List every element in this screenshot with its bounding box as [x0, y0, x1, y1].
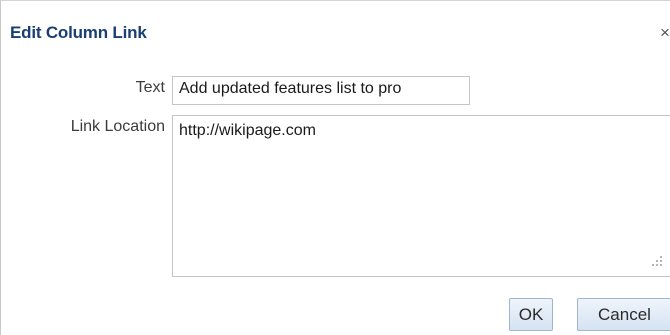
text-label: Text: [135, 79, 165, 96]
text-field[interactable]: Add updated features list to pro: [172, 76, 470, 105]
link-location-label: Link Location: [70, 118, 165, 135]
cancel-button[interactable]: Cancel: [577, 298, 670, 331]
edit-column-link-dialog: Edit Column Link × Text Add updated feat…: [0, 0, 670, 335]
close-icon[interactable]: ×: [660, 23, 670, 43]
dialog-title: Edit Column Link: [10, 23, 147, 42]
ok-button[interactable]: OK: [509, 298, 553, 331]
link-location-field[interactable]: http://wikipage.com: [172, 115, 670, 277]
resize-grip-icon[interactable]: [649, 255, 663, 269]
